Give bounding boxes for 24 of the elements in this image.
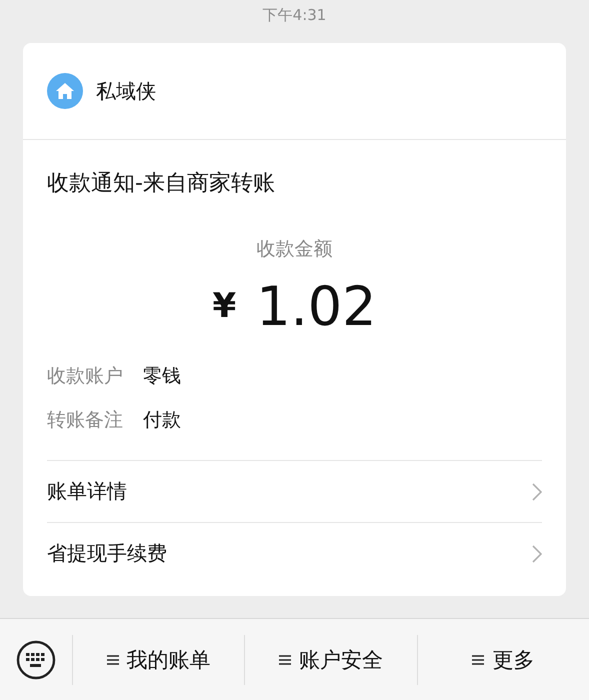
link-row[interactable]: 账单详情	[47, 461, 542, 523]
keyboard-icon[interactable]	[16, 640, 56, 680]
chevron-icon	[532, 482, 542, 500]
menu-button[interactable]: 账户安全	[245, 634, 418, 684]
link-row[interactable]: 省提现手续费	[47, 523, 542, 584]
message-time: 下午4:31	[262, 5, 328, 26]
detail-label: 收款账户	[47, 364, 123, 389]
menu-icon	[106, 654, 119, 666]
currency-symbol: ¥	[212, 286, 236, 326]
amount-value: 1.02	[256, 274, 376, 338]
menu-button[interactable]: 我的账单	[73, 634, 246, 684]
link-label: 省提现手续费	[47, 540, 167, 567]
chevron-icon	[532, 544, 542, 562]
detail-value: 零钱	[143, 364, 181, 389]
home-icon	[47, 73, 83, 109]
link-label: 账单详情	[47, 478, 127, 505]
menu-button[interactable]: 更多	[418, 634, 589, 684]
sender-name: 私域侠	[96, 78, 156, 104]
amount-label: 收款金额	[256, 237, 334, 262]
menu-icon	[278, 654, 291, 666]
notification-title: 收款通知-来自商家转账	[46, 170, 276, 198]
detail-value: 付款	[143, 408, 181, 433]
menu-icon	[472, 654, 484, 666]
detail-label: 转账备注	[47, 408, 123, 433]
